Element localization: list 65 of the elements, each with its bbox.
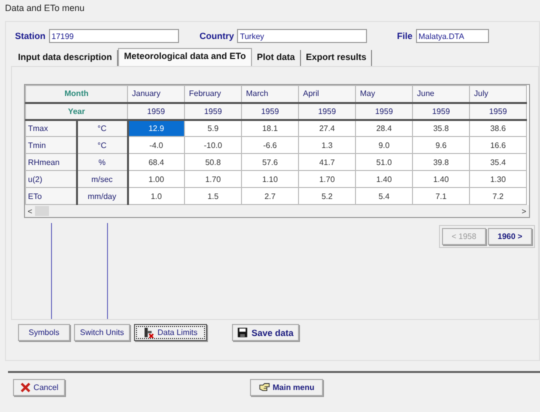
- cancel-button[interactable]: Cancel: [13, 379, 65, 396]
- table-cell[interactable]: 9.6: [412, 136, 470, 154]
- window-title: Data and ETo menu: [4, 2, 86, 15]
- table-cell[interactable]: 35.4: [470, 154, 526, 170]
- table-cell[interactable]: 1.40: [412, 170, 470, 188]
- table-cell[interactable]: 1.70: [184, 170, 242, 188]
- scroll-right-arrow[interactable]: >: [519, 206, 529, 216]
- tab[interactable]: Meteorological data and ETo: [118, 48, 252, 67]
- table-cell[interactable]: 18.1: [242, 120, 298, 136]
- unit-cell: %: [76, 154, 128, 170]
- table-cell[interactable]: 39.8: [412, 154, 470, 170]
- table-cell[interactable]: 27.4: [298, 120, 356, 136]
- table-cell[interactable]: -6.6: [242, 136, 298, 154]
- text-field[interactable]: 17199: [48, 29, 178, 43]
- column-header: July: [470, 86, 526, 102]
- column-header: May: [356, 86, 412, 102]
- save-icon: [237, 327, 248, 338]
- table-cell[interactable]: 1.00: [128, 170, 184, 188]
- table-cell[interactable]: 1.10: [242, 170, 298, 188]
- field-label: Country: [200, 31, 234, 41]
- table-cell[interactable]: 51.0: [356, 154, 412, 170]
- switch-units-button[interactable]: Switch Units: [74, 324, 130, 341]
- data-grid[interactable]: [24, 84, 530, 218]
- table-cell[interactable]: 1.70: [298, 170, 356, 188]
- row-header: ETo: [26, 188, 76, 204]
- table-cell[interactable]: 9.0: [356, 136, 412, 154]
- field-label: File: [397, 31, 413, 41]
- table-cell[interactable]: 35.8: [412, 120, 470, 136]
- table-cell[interactable]: 1.3: [298, 136, 356, 154]
- row-header: u(2): [26, 170, 76, 188]
- table-cell[interactable]: 57.6: [242, 154, 298, 170]
- row-header: RHmean: [26, 154, 76, 170]
- table-cell[interactable]: 38.6: [470, 120, 526, 136]
- column-header: February: [184, 86, 242, 102]
- table-cell[interactable]: 28.4: [356, 120, 412, 136]
- table-cell[interactable]: 1.40: [356, 170, 412, 188]
- symbols-button[interactable]: Symbols: [18, 324, 70, 341]
- table-cell[interactable]: 16.6: [470, 136, 526, 154]
- table-cell[interactable]: 5.9: [184, 120, 242, 136]
- table-cell[interactable]: 50.8: [184, 154, 242, 170]
- save-button[interactable]: Save data: [232, 324, 299, 341]
- pointing-hand-icon: [258, 382, 270, 393]
- text-field[interactable]: Turkey: [237, 29, 367, 43]
- row-header: Tmin: [26, 136, 76, 154]
- table-cell[interactable]: 41.7: [298, 154, 356, 170]
- main-menu-button[interactable]: Main menu: [250, 379, 323, 396]
- unit-cell: m/sec: [76, 170, 128, 188]
- column-header: January: [128, 86, 184, 102]
- unit-cell: °C: [76, 136, 128, 154]
- column-header: March: [242, 86, 298, 102]
- data-limits-button[interactable]: Data Limits: [134, 324, 207, 341]
- column-header: June: [412, 86, 470, 102]
- scrollbar-thumb[interactable]: [35, 206, 49, 216]
- field-label: Station: [15, 31, 46, 41]
- table-cell[interactable]: 1.30: [470, 170, 526, 188]
- unit-cell: mm/day: [76, 188, 128, 204]
- text-field[interactable]: Malatya.DTA: [416, 29, 489, 43]
- scroll-left-arrow[interactable]: <: [25, 206, 35, 216]
- next-year-button[interactable]: 1960 >: [488, 228, 532, 245]
- close-icon: [20, 382, 31, 393]
- table-cell[interactable]: -4.0: [128, 136, 184, 154]
- column-header: April: [298, 86, 356, 102]
- table-cell[interactable]: 68.4: [128, 154, 184, 170]
- row-header: Month: [26, 86, 128, 102]
- table-cell[interactable]: -10.0: [184, 136, 242, 154]
